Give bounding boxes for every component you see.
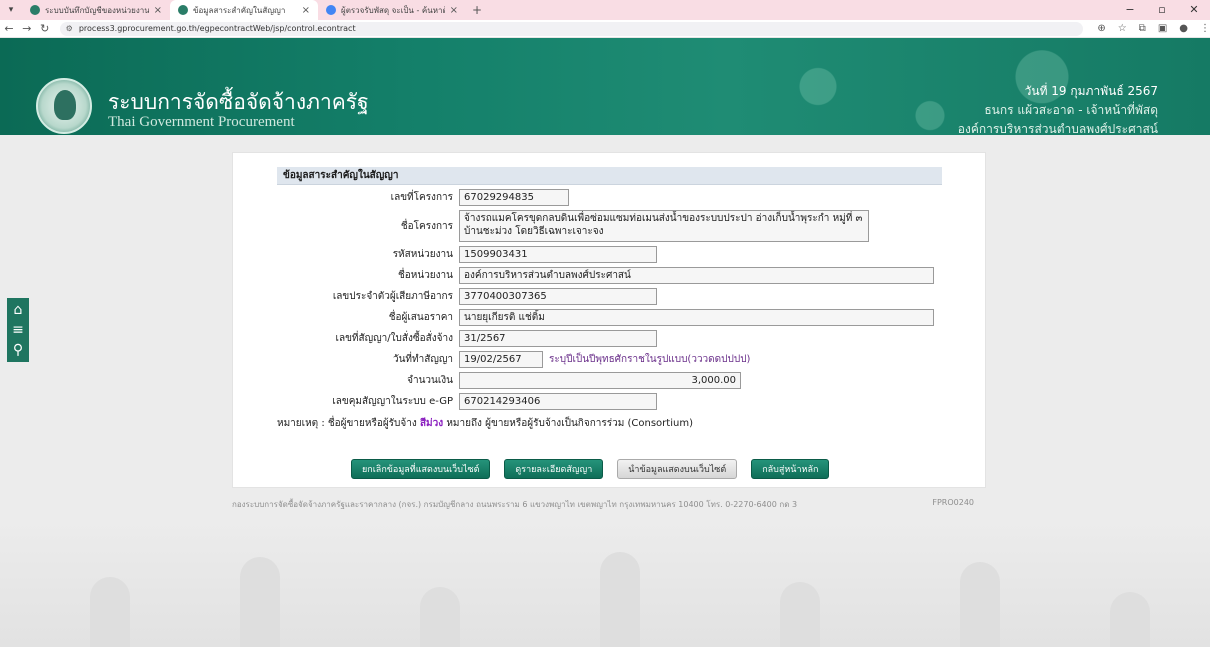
- site-favicon-icon: [178, 5, 188, 15]
- system-subtitle: Thai Government Procurement: [108, 114, 295, 130]
- reload-icon[interactable]: ↻: [36, 22, 54, 35]
- profile-avatar-icon[interactable]: ●: [1179, 23, 1188, 34]
- contract-date-field[interactable]: 19/02/2567: [459, 351, 543, 368]
- label-project-number: เลขที่โครงการ: [390, 192, 453, 203]
- label-agency-code: รหัสหน่วยงาน: [392, 249, 453, 260]
- page-footer: กองระบบการจัดซื้อจัดจ้างภาครัฐและราคากลา…: [232, 498, 986, 511]
- browser-tab-bar: ▾ ระบบบันทึกบัญชีของหน่วยงานภ × ข้อมูลสา…: [0, 0, 1210, 20]
- home-icon[interactable]: ⌂: [14, 301, 23, 319]
- page-code: FPRO0240: [932, 498, 974, 507]
- window-controls: − ▫ ✕: [1114, 0, 1210, 20]
- row-bidder-name: ชื่อผู้เสนอราคา นายยุเกียรติ แช่ติ้ม: [277, 309, 942, 326]
- label-project-name: ชื่อโครงการ: [400, 220, 453, 232]
- agency-name-field[interactable]: องค์การบริหารส่วนตำบลพงศ์ประศาสน์: [459, 267, 934, 284]
- action-buttons: ยกเลิกข้อมูลที่แสดงบนเว็บไซต์ ดูรายละเอี…: [351, 459, 830, 479]
- close-tab-icon[interactable]: ×: [154, 5, 162, 16]
- url-text: process3.gprocurement.go.th/egpecontract…: [78, 24, 356, 33]
- footer-address: กองระบบการจัดซื้อจัดจ้างภาครัฐและราคากลา…: [232, 500, 798, 509]
- row-project-number: เลขที่โครงการ 67029294835: [277, 189, 942, 206]
- contract-details-panel: ข้อมูลสาระสำคัญในสัญญา เลขที่โครงการ 670…: [232, 152, 986, 488]
- close-window-icon[interactable]: ✕: [1178, 0, 1210, 20]
- background-temple-silhouette: [0, 520, 1210, 647]
- label-bidder-name: ชื่อผู้เสนอราคา: [388, 312, 453, 323]
- search-icon[interactable]: ⚲: [13, 341, 23, 359]
- row-amount: จำนวนเงิน 3,000.00: [277, 372, 942, 389]
- label-tax-id: เลขประจำตัวผู้เสียภาษีอากร: [332, 291, 453, 302]
- site-header: ระบบการจัดซื้อจัดจ้างภาครัฐ Thai Governm…: [0, 38, 1210, 135]
- browser-tab-2[interactable]: ข้อมูลสาระสำคัญในสัญญา ×: [170, 0, 318, 20]
- back-to-home-button[interactable]: กลับสู่หน้าหลัก: [751, 459, 830, 479]
- row-project-name: ชื่อโครงการ จ้างรถแมคโครขุดกลบดินเพื่อซ่…: [277, 210, 942, 242]
- cancel-publication-button[interactable]: ยกเลิกข้อมูลที่แสดงบนเว็บไซต์: [351, 459, 491, 479]
- comptroller-department-logo: [36, 78, 92, 134]
- row-contract-date: วันที่ทำสัญญา 19/02/2567 ระบุปีเป็นปีพุท…: [277, 351, 942, 368]
- site-info-icon[interactable]: ⚙: [66, 24, 73, 33]
- back-arrow-icon[interactable]: ←: [0, 22, 18, 35]
- row-egp-contract-number: เลขคุมสัญญาในระบบ e-GP 670214293406: [277, 393, 942, 410]
- extensions-icon[interactable]: ⧉: [1139, 23, 1146, 34]
- publish-to-website-button[interactable]: นำข้อมูลแสดงบนเว็บไซต์: [617, 459, 738, 479]
- tab-title: ระบบบันทึกบัญชีของหน่วยงานภ: [45, 5, 149, 15]
- minimize-icon[interactable]: −: [1114, 0, 1146, 20]
- user-info: วันที่ 19 กุมภาพันธ์ 2567 ธนกร แผ้วสะอาด…: [958, 82, 1158, 135]
- amount-field[interactable]: 3,000.00: [459, 372, 741, 389]
- tab-title: ข้อมูลสาระสำคัญในสัญญา: [193, 5, 286, 15]
- site-favicon-icon: [30, 5, 40, 15]
- egp-contract-number-field[interactable]: 670214293406: [459, 393, 657, 410]
- close-tab-icon[interactable]: ×: [302, 5, 310, 16]
- zoom-icon[interactable]: ⊕: [1097, 23, 1105, 34]
- view-contract-details-button[interactable]: ดูรายละเอียดสัญญา: [504, 459, 604, 479]
- contract-number-field[interactable]: 31/2567: [459, 330, 657, 347]
- consortium-note: หมายเหตุ : ชื่อผู้ขายหรือผู้รับจ้าง สีม่…: [277, 416, 942, 431]
- form-heading: ข้อมูลสาระสำคัญในสัญญา: [277, 167, 942, 185]
- side-toolbar: ⌂ ≡ ⚲: [7, 298, 29, 362]
- note-highlight: สีม่วง: [419, 418, 444, 429]
- google-icon: [326, 5, 336, 15]
- bidder-name-field[interactable]: นายยุเกียรติ แช่ติ้ม: [459, 309, 934, 326]
- row-tax-id: เลขประจำตัวผู้เสียภาษีอากร 3770400307365: [277, 288, 942, 305]
- label-agency-name: ชื่อหน่วยงาน: [397, 270, 453, 281]
- new-tab-button[interactable]: +: [466, 3, 488, 17]
- project-number-field[interactable]: 67029294835: [459, 189, 569, 206]
- menu-dots-icon[interactable]: ⋮: [1200, 23, 1210, 34]
- row-agency-code: รหัสหน่วยงาน 1509903431: [277, 246, 942, 263]
- browser-tab-3[interactable]: ผู้ตรวจรับพัสดุ จะเป็น - ค้นหาด้วย G ×: [318, 0, 466, 20]
- label-egp-contract-number: เลขคุมสัญญาในระบบ e-GP: [332, 396, 453, 407]
- project-name-textarea[interactable]: จ้างรถแมคโครขุดกลบดินเพื่อซ่อมแซมท่อเมนส…: [459, 210, 869, 242]
- row-agency-name: ชื่อหน่วยงาน องค์การบริหารส่วนตำบลพงศ์ปร…: [277, 267, 942, 284]
- restore-icon[interactable]: ▫: [1146, 0, 1178, 20]
- forward-arrow-icon[interactable]: →: [18, 22, 36, 35]
- label-contract-date: วันที่ทำสัญญา: [392, 354, 453, 365]
- organization-name: องค์การบริหารส่วนตำบลพงศ์ประศาสน์: [957, 122, 1158, 135]
- note-suffix: หมายถึง ผู้ขายหรือผู้รับจ้างเป็นกิจการร่…: [446, 418, 693, 429]
- date-format-hint: ระบุปีเป็นปีพุทธศักราชในรูปแบบ(วววดดปปปป…: [549, 354, 751, 365]
- contract-form: ข้อมูลสาระสำคัญในสัญญา เลขที่โครงการ 670…: [277, 167, 942, 431]
- address-bar[interactable]: ⚙ process3.gprocurement.go.th/egpecontra…: [59, 21, 1084, 36]
- tab-search-icon[interactable]: ▾: [0, 5, 22, 15]
- tab-title: ผู้ตรวจรับพัสดุ จะเป็น - ค้นหาด้วย G: [341, 5, 445, 15]
- user-name-role: ธนกร แผ้วสะอาด - เจ้าหน้าที่พัสดุ: [984, 103, 1158, 117]
- label-contract-number: เลขที่สัญญา/ใบสั่งซื้อสั่งจ้าง: [335, 333, 453, 344]
- menu-icon[interactable]: ≡: [12, 321, 24, 339]
- close-tab-icon[interactable]: ×: [450, 5, 458, 16]
- sidepanel-icon[interactable]: ▣: [1158, 23, 1167, 34]
- agency-code-field[interactable]: 1509903431: [459, 246, 657, 263]
- label-amount: จำนวนเงิน: [407, 375, 453, 386]
- note-prefix: หมายเหตุ : ชื่อผู้ขายหรือผู้รับจ้าง: [277, 418, 417, 429]
- tax-id-field[interactable]: 3770400307365: [459, 288, 657, 305]
- row-contract-number: เลขที่สัญญา/ใบสั่งซื้อสั่งจ้าง 31/2567: [277, 330, 942, 347]
- current-date: วันที่ 19 กุมภาพันธ์ 2567: [1024, 84, 1158, 98]
- browser-toolbar: ← → ↻ ⚙ process3.gprocurement.go.th/egpe…: [0, 20, 1210, 38]
- browser-tab-1[interactable]: ระบบบันทึกบัญชีของหน่วยงานภ ×: [22, 0, 170, 20]
- bookmark-star-icon[interactable]: ☆: [1118, 23, 1127, 34]
